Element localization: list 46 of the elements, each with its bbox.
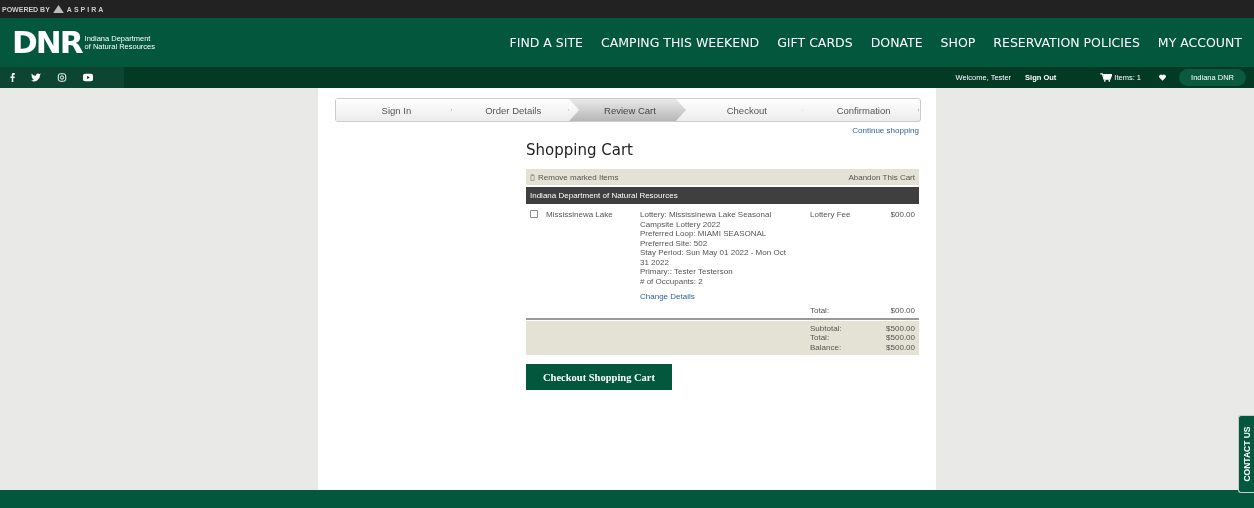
summary-value: $500.00	[885, 323, 915, 333]
progress-step[interactable]: Sign In	[335, 99, 453, 121]
remove-items-link[interactable]: Remove marked Items	[530, 172, 619, 182]
abandon-cart-link[interactable]: Abandon This Cart	[848, 172, 915, 182]
checkout-button[interactable]: Checkout Shopping Cart	[526, 364, 672, 390]
nav-link[interactable]: DONATE	[870, 35, 923, 50]
nav-link[interactable]: MY ACCOUNT	[1157, 35, 1242, 50]
nav-link[interactable]: FIND A SITE	[509, 35, 584, 50]
detail-line: Primary:: Tester Testerson	[640, 267, 734, 277]
item-checkbox[interactable]	[530, 210, 538, 218]
mountain-icon	[52, 5, 64, 13]
dnr-logo[interactable]: DNR	[12, 27, 82, 58]
detail-line: # of Occupants: 2	[640, 276, 704, 286]
nav-link[interactable]: GIFT CARDS	[777, 35, 853, 50]
camera-icon[interactable]	[57, 73, 67, 82]
detail-line: 31 2022	[640, 257, 670, 267]
bird-icon[interactable]	[31, 73, 41, 82]
group-title: Indiana Department of Natural Resources	[530, 191, 678, 200]
nav-link[interactable]: CAMPING THIS WEEKEND	[601, 35, 760, 50]
detail-line: Preferred Loop: MIAMI SEASONAL	[640, 229, 768, 239]
detail-line: Lottery: Mississinewa Lake Seasonal	[640, 210, 773, 220]
continue-shopping-link[interactable]: Continue shopping	[852, 126, 919, 135]
change-details-link[interactable]: Change Details	[640, 292, 810, 302]
summary-value: $500.00	[885, 342, 915, 352]
contact-us-tab[interactable]: CONTACT US	[1238, 415, 1254, 493]
progress-step[interactable]: Review Cart	[569, 99, 686, 121]
detail-line: Stay Period: Sun May 01 2022 - Mon Oct	[640, 248, 787, 258]
summary-label: Balance:	[810, 342, 843, 352]
total-value: $00.00	[889, 305, 915, 315]
heart-icon[interactable]	[1159, 74, 1167, 81]
total-label: Total:	[810, 305, 831, 315]
summary-value: $500.00	[885, 333, 915, 343]
detail-line: Campsite Lottery 2022	[640, 219, 722, 229]
nav-link[interactable]: SHOP	[940, 35, 976, 50]
fee-amount: $00.00	[889, 210, 915, 221]
trash-icon	[530, 173, 535, 181]
detail-line: Preferred Site: 502	[640, 238, 709, 248]
page-title: Shopping Cart	[526, 141, 634, 159]
facebook-icon[interactable]	[10, 73, 15, 82]
play-icon[interactable]	[83, 73, 93, 82]
nav-link[interactable]: RESERVATION POLICIES	[993, 35, 1140, 50]
site-name: Mississinewa Lake	[546, 210, 613, 220]
summary-label: Total:	[810, 333, 831, 343]
cart-icon	[1100, 73, 1113, 82]
summary-label: Subtotal:	[810, 323, 843, 333]
fee-label: Lottery Fee	[810, 210, 852, 221]
